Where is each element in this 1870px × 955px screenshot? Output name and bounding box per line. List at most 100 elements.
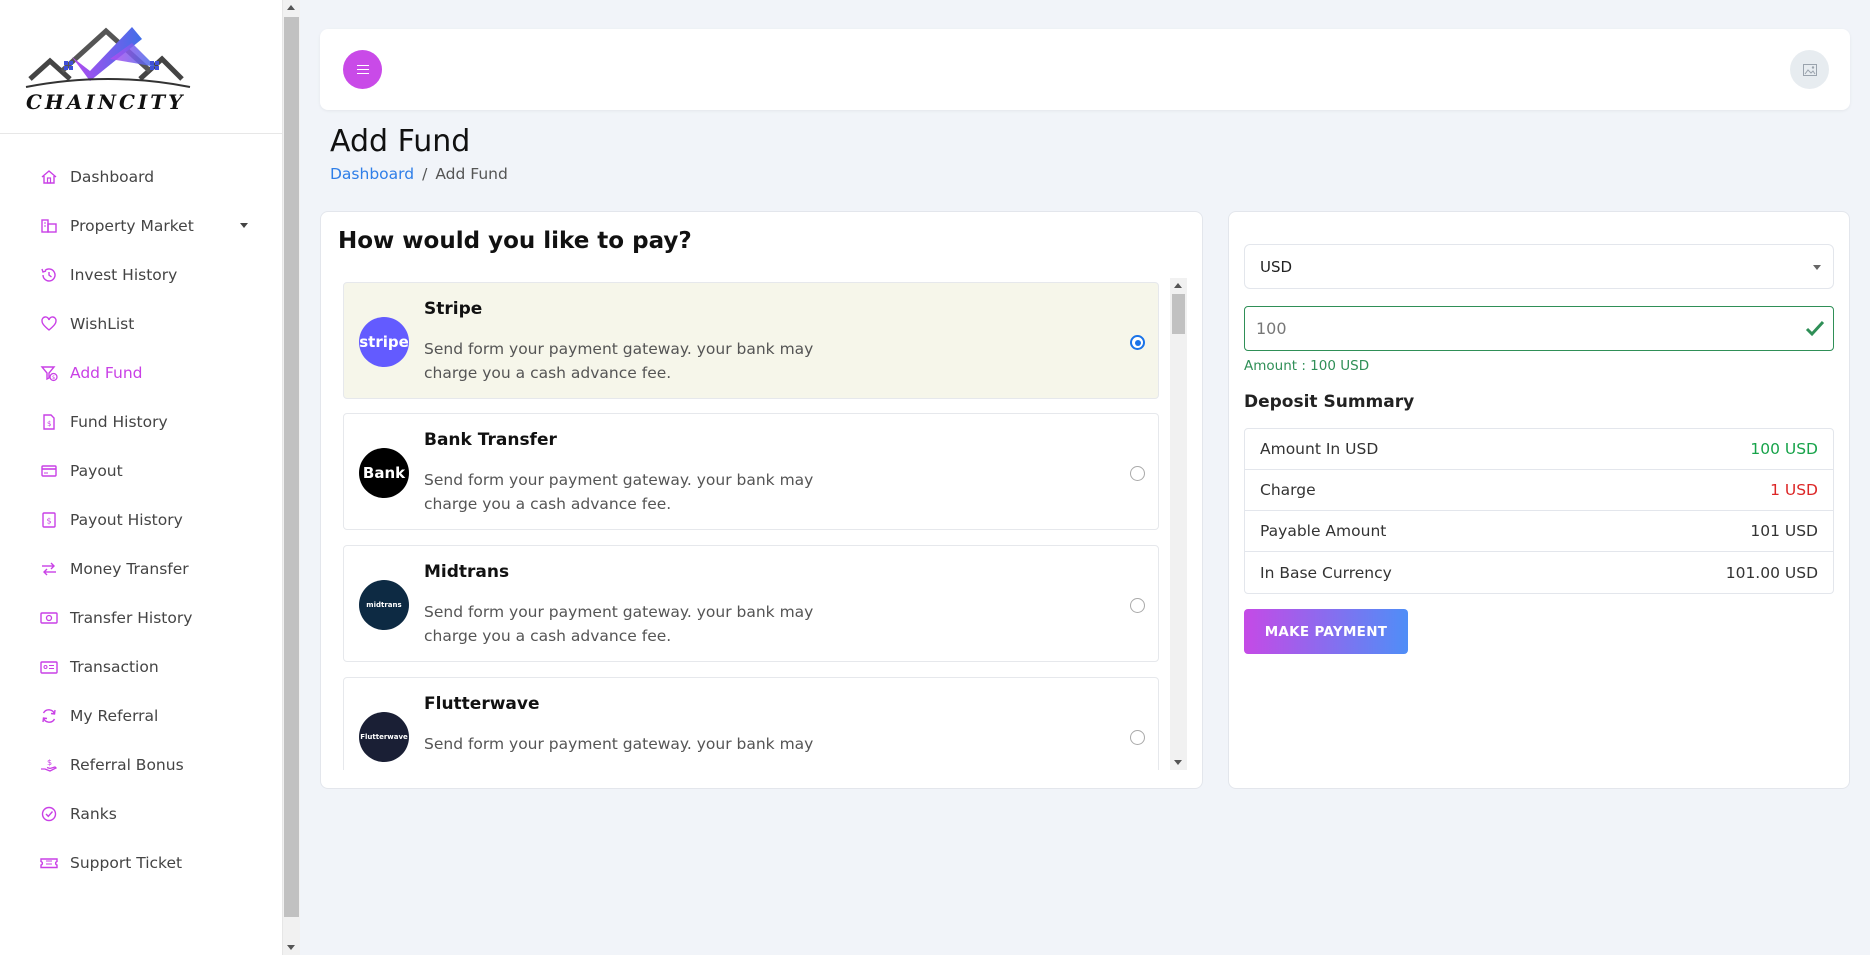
summary-row-label: Payable Amount (1260, 522, 1387, 540)
sidebar-item-label: Money Transfer (70, 559, 189, 578)
gateway-option-bank-transfer[interactable]: Bank Bank Transfer Send form your payment … (343, 413, 1159, 530)
gateway-logo-text: Bank (362, 464, 406, 482)
sidebar-item-property-market[interactable]: Property Market (0, 201, 282, 250)
gateway-description: Send form your payment gateway. your ban… (424, 735, 814, 753)
svg-text:$: $ (47, 758, 52, 767)
id-card-icon (39, 657, 59, 677)
ticket-icon (39, 853, 59, 873)
sidebar-item-label: Referral Bonus (70, 755, 184, 774)
summary-row: Charge 1 USD (1245, 470, 1833, 511)
gateway-list-scrollbar[interactable] (1170, 278, 1187, 770)
summary-row: Amount In USD 100 USD (1245, 429, 1833, 470)
receipt-icon: $ (39, 510, 59, 530)
sidebar-item-payout[interactable]: Payout (0, 446, 282, 495)
sidebar-item-label: Property Market (70, 216, 194, 235)
gateway-name: Midtrans (424, 562, 510, 582)
gateway-logo: midtrans (359, 580, 409, 630)
gateway-option-midtrans[interactable]: midtrans Midtrans Send form your payment g… (343, 545, 1159, 662)
breadcrumb-home-link[interactable]: Dashboard (330, 165, 414, 183)
sidebar-item-label: Transaction (70, 657, 159, 676)
breadcrumb: Dashboard / Add Fund (330, 165, 508, 183)
sidebar-item-transaction[interactable]: Transaction (0, 642, 282, 691)
image-placeholder-icon (1802, 63, 1817, 76)
gateway-radio[interactable] (1130, 730, 1145, 745)
sidebar-item-label: Payout History (70, 510, 183, 529)
amount-note: Amount : 100 USD (1244, 358, 1370, 374)
gateway-radio[interactable] (1130, 466, 1145, 481)
gateway-logo-text: Flutterwave (360, 733, 408, 741)
sidebar-item-label: My Referral (70, 706, 159, 725)
scroll-up-arrow-icon[interactable] (287, 5, 295, 10)
user-avatar[interactable] (1790, 50, 1829, 89)
sidebar-item-dashboard[interactable]: Dashboard (0, 152, 282, 201)
sidebar-item-payout-history[interactable]: $ Payout History (0, 495, 282, 544)
sidebar-item-label: WishList (70, 314, 135, 333)
sidebar-item-label: Dashboard (70, 167, 155, 186)
summary-row-label: Charge (1260, 481, 1316, 499)
hand-dollar-icon: $ (39, 755, 59, 775)
file-dollar-icon: $ (39, 412, 59, 432)
gateway-option-flutterwave[interactable]: Flutterwave Flutterwave Send form your pay… (343, 677, 1159, 770)
refresh-icon (39, 706, 59, 726)
sidebar-item-my-referral[interactable]: My Referral (0, 691, 282, 740)
deposit-summary-card: USD 100 Amount : 100 USD Deposit Summary… (1228, 211, 1850, 789)
sidebar-item-label: Payout (70, 461, 123, 480)
scrollbar-thumb[interactable] (284, 17, 299, 917)
sidebar-item-referral-bonus[interactable]: $ Referral Bonus (0, 740, 282, 789)
sidebar-item-invest-history[interactable]: Invest History (0, 250, 282, 299)
caret-down-icon (240, 223, 248, 228)
scroll-down-arrow-icon[interactable] (1174, 760, 1182, 765)
cash-icon (39, 608, 59, 628)
gateway-logo-text: midtrans (366, 601, 402, 609)
summary-row-value: 1 USD (1770, 481, 1818, 499)
svg-text:$: $ (52, 375, 55, 381)
gateway-description: Send form your payment gateway. your ban… (424, 603, 814, 645)
sidebar-item-fund-history[interactable]: $ Fund History (0, 397, 282, 446)
currency-select[interactable]: USD (1244, 244, 1834, 289)
scroll-down-arrow-icon[interactable] (287, 945, 295, 950)
sidebar-item-wishlist[interactable]: WishList (0, 299, 282, 348)
badge-icon (39, 804, 59, 824)
credit-card-icon (39, 461, 59, 481)
page-title: Add Fund (330, 124, 471, 159)
check-icon (1805, 320, 1825, 337)
make-payment-button[interactable]: MAKE PAYMENT (1244, 609, 1408, 654)
amount-input[interactable]: 100 (1244, 306, 1834, 351)
scroll-up-arrow-icon[interactable] (1174, 283, 1182, 288)
summary-row-label: Amount In USD (1260, 440, 1379, 458)
house-logo-icon (25, 27, 191, 88)
breadcrumb-separator: / (422, 165, 428, 183)
gateway-name: Stripe (424, 299, 483, 319)
sidebar-item-label: Invest History (70, 265, 178, 284)
sidebar-item-add-fund[interactable]: $ Add Fund (0, 348, 282, 397)
page-scrollbar[interactable] (283, 0, 300, 955)
gateway-logo: Bank (359, 448, 409, 498)
gateway-list: stripe Stripe Send form your payment gatew… (343, 282, 1159, 770)
summary-row-value: 101 USD (1750, 522, 1818, 540)
gateway-name: Flutterwave (424, 694, 540, 714)
gateway-option-stripe[interactable]: stripe Stripe Send form your payment gatew… (343, 282, 1159, 399)
sidebar-item-ranks[interactable]: Ranks (0, 789, 282, 838)
sidebar: CHAINCITY Dashboard Property Market Invest… (0, 0, 283, 955)
payment-method-card: How would you like to pay? stripe Stripe S… (320, 211, 1203, 789)
menu-toggle-button[interactable] (343, 50, 382, 89)
gateway-radio[interactable] (1130, 335, 1145, 350)
sidebar-item-transfer-history[interactable]: Transfer History (0, 593, 282, 642)
topbar (320, 29, 1850, 110)
payment-method-title: How would you like to pay? (338, 228, 692, 254)
amount-input-value: 100 (1256, 319, 1287, 338)
property-icon (39, 216, 59, 236)
sidebar-item-label: Transfer History (70, 608, 193, 627)
brand-name: CHAINCITY (26, 90, 186, 114)
transfer-icon (39, 559, 59, 579)
gateway-radio[interactable] (1130, 598, 1145, 613)
summary-row: Payable Amount 101 USD (1245, 511, 1833, 552)
gateway-logo: Flutterwave (359, 712, 409, 762)
scrollbar-thumb[interactable] (1172, 294, 1185, 334)
deposit-summary-title: Deposit Summary (1244, 392, 1415, 412)
sidebar-item-money-transfer[interactable]: Money Transfer (0, 544, 282, 593)
sidebar-item-support-ticket[interactable]: Support Ticket (0, 838, 282, 887)
sidebar-nav: Dashboard Property Market Invest History Wi… (0, 134, 282, 887)
chevron-down-icon (1813, 265, 1821, 270)
brand-logo[interactable]: CHAINCITY (0, 0, 282, 134)
